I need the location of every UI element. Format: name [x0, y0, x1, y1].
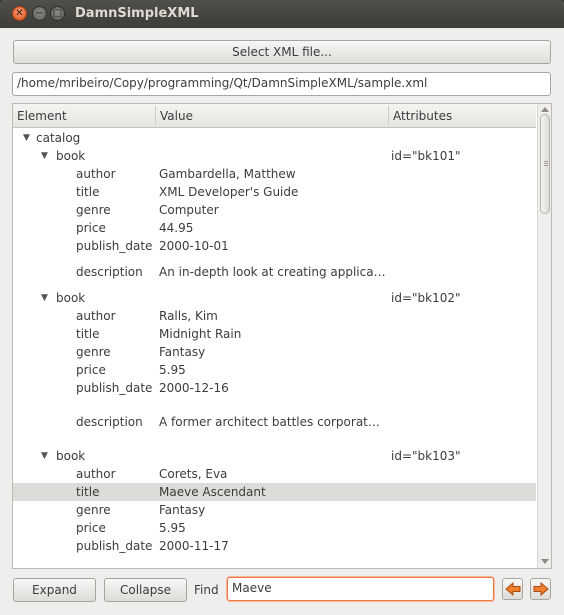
element-name: author	[76, 467, 116, 481]
grip-line	[544, 163, 548, 164]
arrow-left-icon	[505, 582, 521, 596]
window-title: DamnSimpleXML	[75, 6, 199, 21]
tree-row[interactable]: title Maeve Ascendant	[13, 483, 536, 501]
expanded-triangle-icon[interactable]: ▼	[41, 289, 48, 307]
element-value: Corets, Eva	[159, 467, 228, 481]
scroll-up-arrow-icon[interactable]	[541, 107, 549, 112]
app-window: ✕ − □ DamnSimpleXML Select XML file... /…	[0, 0, 564, 615]
find-previous-button[interactable]	[502, 578, 523, 600]
element-value: 5.95	[159, 363, 186, 377]
arrow-right-icon	[533, 582, 549, 596]
element-name: description	[76, 415, 143, 429]
tree-row[interactable]: author Corets, Eva	[13, 465, 536, 483]
element-value: Fantasy	[159, 503, 206, 517]
element-attributes: id="bk102"	[391, 291, 461, 305]
tree-row[interactable]: price 44.95	[13, 219, 536, 237]
element-name: publish_date	[76, 539, 153, 553]
expanded-triangle-icon[interactable]: ▼	[41, 147, 48, 165]
expand-button[interactable]: Expand	[13, 578, 96, 602]
tree-row[interactable]: ▼ catalog	[13, 129, 536, 147]
element-name: price	[76, 363, 106, 377]
tree-row[interactable]: description A former architect battles co…	[13, 413, 536, 431]
tree-header: Element Value Attributes	[13, 104, 536, 128]
element-value: 2000-11-17	[159, 539, 229, 553]
tree-row[interactable]: title Midnight Rain	[13, 325, 536, 343]
element-name: publish_date	[76, 239, 153, 253]
element-value: 44.95	[159, 221, 194, 235]
element-name: price	[76, 221, 106, 235]
tree-row[interactable]: title XML Developer's Guide	[13, 183, 536, 201]
tree-row[interactable]: price 5.95	[13, 361, 536, 379]
element-value: 2000-12-16	[159, 381, 229, 395]
tree-row[interactable]: author Ralls, Kim	[13, 307, 536, 325]
element-name: author	[76, 167, 116, 181]
tree-row[interactable]: author Gambardella, Matthew	[13, 165, 536, 183]
tree-row[interactable]: genre Fantasy	[13, 501, 536, 519]
element-value: Gambardella, Matthew	[159, 167, 296, 181]
element-value: Midnight Rain	[159, 327, 242, 341]
element-name: title	[76, 185, 100, 199]
element-name: title	[76, 485, 100, 499]
tree-row[interactable]: publish_date 2000-12-16	[13, 379, 536, 397]
element-value: Computer	[159, 203, 219, 217]
scroll-down-arrow-icon[interactable]	[541, 559, 549, 564]
close-icon[interactable]: ✕	[12, 6, 27, 21]
find-label: Find	[194, 583, 219, 597]
column-header-attributes[interactable]: Attributes	[389, 104, 535, 127]
element-value: A former architect battles corporat…	[159, 415, 380, 429]
tree-row[interactable]: description An in-depth look at creating …	[13, 263, 536, 281]
select-file-button[interactable]: Select XML file...	[13, 40, 551, 64]
element-name: catalog	[36, 131, 81, 145]
element-name: title	[76, 327, 100, 341]
tree-row[interactable]: publish_date 2000-11-17	[13, 537, 536, 555]
title-bar: ✕ − □ DamnSimpleXML	[0, 0, 564, 28]
scrollbar-thumb[interactable]	[540, 114, 550, 214]
column-header-element[interactable]: Element	[13, 104, 155, 127]
element-value: Fantasy	[159, 345, 206, 359]
element-value: 2000-10-01	[159, 239, 229, 253]
tree-row[interactable]: ▼ book id="bk101"	[13, 147, 536, 165]
element-name: author	[76, 309, 116, 323]
expanded-triangle-icon[interactable]: ▼	[41, 447, 48, 465]
tree-row[interactable]: genre Fantasy	[13, 343, 536, 361]
tree-row[interactable]: price 5.95	[13, 519, 536, 537]
element-name: genre	[76, 345, 111, 359]
element-value: Maeve Ascendant	[159, 485, 266, 499]
vertical-scrollbar[interactable]	[537, 104, 551, 568]
column-header-value[interactable]: Value	[156, 104, 388, 127]
element-name: publish_date	[76, 381, 153, 395]
element-value: An in-depth look at creating applica…	[159, 265, 386, 279]
element-name: description	[76, 265, 143, 279]
maximize-icon[interactable]: □	[50, 6, 65, 21]
element-name: book	[56, 449, 86, 463]
element-name: price	[76, 521, 106, 535]
expanded-triangle-icon[interactable]: ▼	[23, 129, 30, 147]
tree-row[interactable]: genre Computer	[13, 201, 536, 219]
file-path-field[interactable]: /home/mribeiro/Copy/programming/Qt/DamnS…	[12, 72, 551, 96]
element-attributes: id="bk101"	[391, 149, 461, 163]
grip-line	[544, 165, 548, 166]
element-value: XML Developer's Guide	[159, 185, 299, 199]
grip-line	[544, 161, 548, 162]
element-name: book	[56, 291, 86, 305]
element-name: book	[56, 149, 86, 163]
minimize-icon[interactable]: −	[32, 6, 47, 21]
tree-row[interactable]: ▼ book id="bk102"	[13, 289, 536, 307]
element-value: 5.95	[159, 521, 186, 535]
element-name: genre	[76, 503, 111, 517]
xml-tree-view[interactable]: Element Value Attributes ▼ catalog ▼ book id…	[12, 103, 552, 569]
element-value: Ralls, Kim	[159, 309, 218, 323]
tree-row[interactable]: publish_date 2000-10-01	[13, 237, 536, 255]
element-attributes: id="bk103"	[391, 449, 461, 463]
find-input[interactable]: Maeve	[227, 577, 494, 601]
collapse-button[interactable]: Collapse	[104, 578, 187, 602]
tree-row[interactable]: ▼ book id="bk103"	[13, 447, 536, 465]
element-name: genre	[76, 203, 111, 217]
find-next-button[interactable]	[530, 578, 551, 600]
